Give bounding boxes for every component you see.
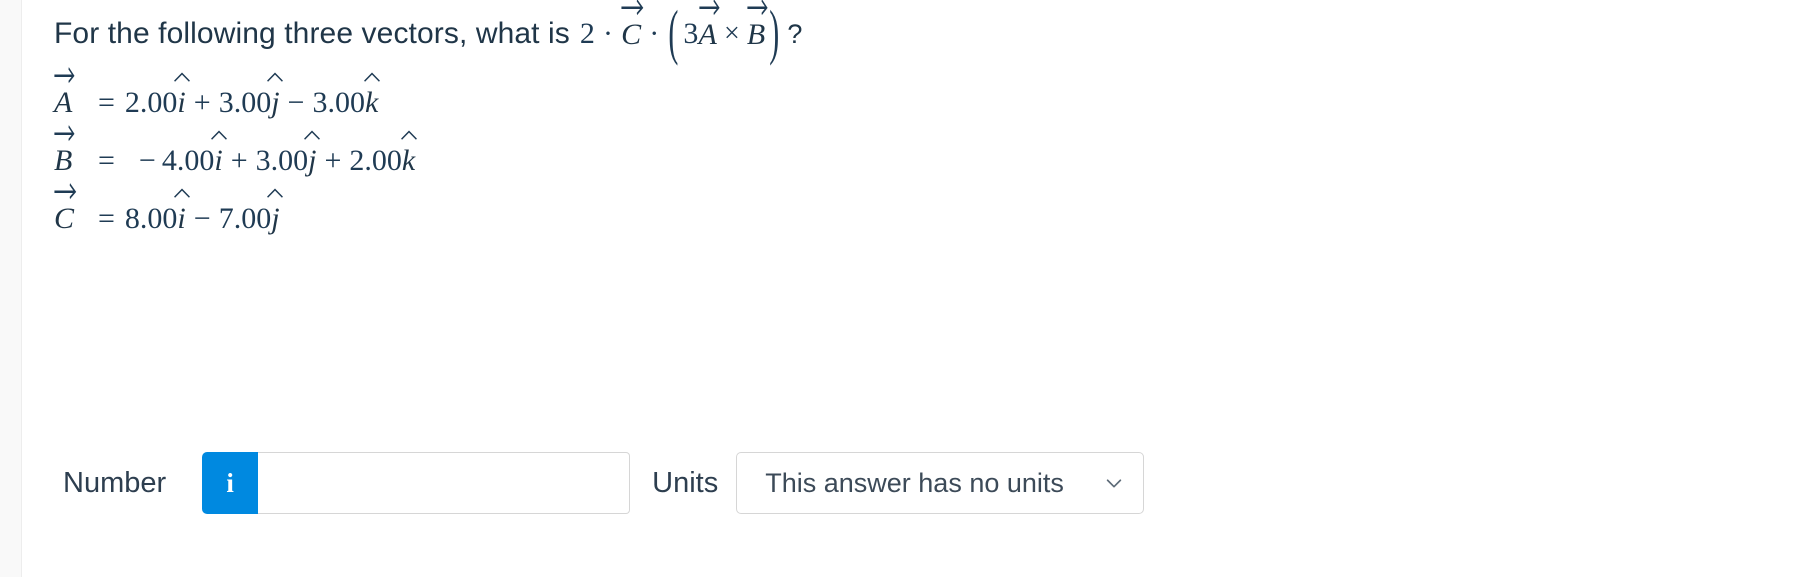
unit-vector-i: i	[173, 188, 190, 235]
unit-vector-k: k	[363, 72, 380, 119]
unit-vector-i: i	[173, 72, 190, 119]
vector-b-symbol: B	[54, 125, 75, 177]
hat-accent-icon	[172, 188, 191, 199]
hat-accent-icon	[266, 72, 285, 83]
term-value: 2.00	[124, 86, 178, 119]
question-page: For the following three vectors, what is…	[23, 0, 1810, 577]
left-gutter-strip	[0, 0, 22, 577]
hat-accent-icon	[362, 72, 381, 83]
equals-sign: =	[98, 202, 115, 235]
dot-operator-1: ·	[603, 17, 614, 50]
vector-b-symbol: B	[746, 0, 768, 51]
hat-accent-icon	[209, 130, 228, 141]
term-value: 4.00	[161, 144, 215, 177]
unit-vector-letter: j	[271, 202, 280, 235]
number-label: Number	[63, 466, 167, 499]
vector-b-letter: B	[54, 144, 73, 177]
vector-a-symbol: A	[698, 0, 720, 51]
info-glyph: i	[226, 467, 234, 498]
unit-vector-letter: i	[177, 86, 186, 119]
unit-vector-letter: j	[271, 86, 280, 119]
hat-accent-icon	[303, 130, 322, 141]
term-sign: +	[324, 144, 342, 177]
term-sign: +	[193, 86, 211, 119]
vector-arrow-icon	[621, 0, 644, 16]
hat-accent-icon	[266, 188, 285, 199]
vector-c-letter: C	[621, 18, 642, 51]
term-sign: −	[138, 144, 156, 177]
vector-a-letter: A	[698, 18, 717, 51]
equals-sign: =	[98, 86, 115, 119]
units-dropdown[interactable]: This answer has no units	[736, 452, 1145, 514]
term-value: 7.00	[218, 202, 272, 235]
question-lead-text: For the following three vectors, what is	[54, 17, 570, 50]
question-prompt: For the following three vectors, what is…	[54, 0, 803, 64]
term-sign: −	[287, 86, 305, 119]
dot-operator-2: ·	[649, 17, 660, 50]
term-value: 3.00	[218, 86, 272, 119]
number-input[interactable]	[258, 452, 631, 514]
cross-product-operator: ×	[723, 18, 740, 49]
inner-coefficient: 3	[683, 17, 699, 50]
units-label: Units	[652, 466, 719, 499]
vector-c-symbol: C	[621, 0, 644, 51]
term-value: 2.00	[349, 144, 402, 177]
vector-arrow-icon	[698, 0, 720, 16]
units-selected-value: This answer has no units	[765, 467, 1064, 498]
hat-accent-icon	[399, 130, 418, 141]
open-paren: (	[668, 0, 679, 67]
vector-definition-row: B = − 4.00 i + 3.00 j + 2.00 k	[54, 125, 417, 202]
chevron-down-icon	[1103, 472, 1125, 494]
expression-coefficient: 2	[579, 17, 595, 50]
number-input-group: i	[202, 452, 631, 514]
unit-vector-j: j	[267, 188, 284, 235]
unit-vector-j: j	[304, 130, 321, 177]
unit-vector-k: k	[400, 130, 417, 177]
term-value: 3.00	[255, 144, 309, 177]
term-value: 8.00	[124, 202, 178, 235]
answer-entry-row: Number i Units This answer has no units	[63, 452, 1145, 514]
vector-definitions: A = 2.00 i + 3.00 j − 3.00 k B = − 4.00 …	[54, 67, 417, 260]
unit-vector-letter: k	[364, 86, 379, 119]
term-sign: −	[193, 202, 211, 235]
vector-arrow-icon	[54, 67, 75, 84]
vector-a-letter: A	[54, 86, 73, 119]
unit-vector-letter: j	[308, 144, 317, 177]
term-value: 3.00	[312, 86, 365, 119]
unit-vector-letter: k	[401, 144, 416, 177]
vector-arrow-icon	[747, 0, 768, 16]
close-paren: )	[769, 0, 780, 67]
vector-a-symbol: A	[54, 67, 75, 119]
equals-sign: =	[98, 144, 115, 177]
question-mark: ?	[787, 18, 803, 49]
term-sign: +	[230, 144, 248, 177]
unit-vector-letter: i	[177, 202, 186, 235]
unit-vector-j: j	[267, 72, 284, 119]
vector-definition-row: C = 8.00 i − 7.00 j	[54, 183, 415, 260]
vector-definition-row: A = 2.00 i + 3.00 j − 3.00 k	[54, 67, 415, 144]
info-icon[interactable]: i	[202, 452, 259, 514]
vector-b-letter: B	[746, 18, 766, 51]
unit-vector-letter: i	[214, 144, 223, 177]
vector-c-letter: C	[54, 202, 75, 235]
unit-vector-i: i	[210, 130, 227, 177]
vector-c-symbol: C	[54, 183, 77, 235]
hat-accent-icon	[172, 72, 191, 83]
